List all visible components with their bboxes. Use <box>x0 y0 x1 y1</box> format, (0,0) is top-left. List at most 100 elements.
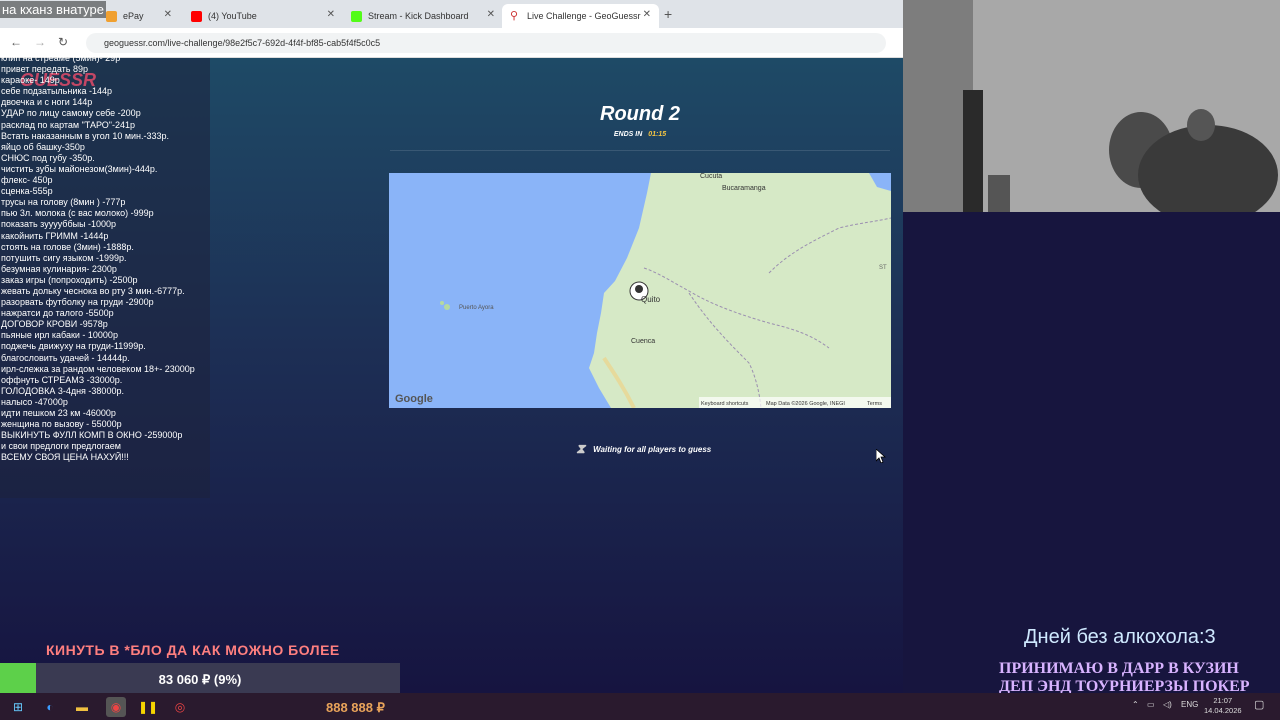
windows-start-icon[interactable]: ⊞ <box>8 697 28 717</box>
obs-icon[interactable]: ◎ <box>170 697 190 717</box>
waiting-text: Waiting for all players to guess <box>593 444 712 454</box>
youtube-icon <box>191 10 202 22</box>
close-icon[interactable]: ✕ <box>327 9 335 20</box>
clock-date: 14.04.2026 <box>1204 706 1242 715</box>
map-label-cucuta: Cucuta <box>700 173 722 180</box>
donation-item: поджечь движуху на груди-11999р. <box>1 341 146 352</box>
tab-strip: ePay ✕ (4) YouTube ✕ Stream - Kick Dashb… <box>0 0 903 28</box>
file-explorer-icon[interactable]: ▬ <box>72 697 92 717</box>
ends-in-label: ENDS IN <box>613 131 643 138</box>
donation-item: сценка-555р <box>1 186 53 197</box>
map-label-puerto-ayora: Puerto Ayora <box>459 305 494 311</box>
donation-item: двоечка и с ноги 144р <box>1 97 93 108</box>
donation-item: безумная кулинария- 2300р <box>1 263 117 274</box>
mouse-cursor-icon <box>875 448 887 468</box>
donation-item: яйцо об башку-350р <box>1 141 85 152</box>
chrome-icon[interactable]: ◉ <box>106 697 126 717</box>
donation-item: ирл-слежка за рандом человеком 18+- 2300… <box>1 363 195 374</box>
donation-item: флекс- 450р <box>1 175 53 186</box>
tab-geoguessr[interactable]: ⚲ Live Challenge - GeoGuessr ✕ <box>502 4 659 28</box>
terms-link[interactable]: Terms <box>867 401 882 407</box>
clock-time: 21:07 <box>1213 696 1233 705</box>
close-icon[interactable]: ✕ <box>487 9 495 20</box>
forward-icon[interactable]: → <box>34 35 46 49</box>
donation-item: налысо -47000р <box>1 396 68 407</box>
tab-label: Stream - Kick Dashboard <box>368 11 469 21</box>
kick-icon <box>351 10 362 22</box>
donation-ticker: КИНУТЬ В *БЛО ДА КАК МОЖНО БОЛЕЕ <box>46 642 340 658</box>
webcam-image <box>903 0 1280 212</box>
donation-item: себе подзатыльника -144р <box>1 86 113 97</box>
donation-item: разорвать футболку на груди -2900р <box>1 297 154 308</box>
donation-item: стоять на голове (3мин) -1888р. <box>1 241 134 252</box>
sober-days-counter: Дней без алкохола:3 <box>1024 626 1216 648</box>
donation-item: заказ игры (попроходить) -2500р <box>1 274 138 285</box>
donation-item: расклад по картам "ТАРО"-241р <box>1 119 136 130</box>
close-icon[interactable]: ✕ <box>643 9 651 20</box>
donation-item: клип на стреаме (5мин)- 29р <box>1 53 121 63</box>
tab-youtube[interactable]: (4) YouTube ✕ <box>183 4 343 28</box>
donation-item: какойнить ГРИММ -1444р <box>1 230 109 241</box>
network-icon[interactable]: ▭ <box>1147 700 1155 709</box>
donation-goal-bar: 83 060 ₽ (9%) <box>0 663 400 697</box>
ends-in-time: 01:15 <box>648 131 667 138</box>
donation-item: СНЮС под губу -350р. <box>1 152 95 163</box>
new-tab-button[interactable]: + <box>664 6 672 22</box>
divider <box>390 150 890 151</box>
donation-item: чистить зубы майонезом(3мин)-444р. <box>1 163 158 174</box>
stream-title: на кханз внатуре <box>0 1 106 18</box>
donation-item: благословить удачей - 14444р. <box>1 352 130 363</box>
donation-item: пьяные ирл кабаки - 10000р <box>1 330 118 341</box>
reload-icon[interactable]: ↻ <box>58 35 68 49</box>
round-timer: ENDS IN 01:15 <box>390 131 890 138</box>
map-data-attribution: Map Data ©2026 Google, INEGI <box>766 400 845 407</box>
hourglass-icon: ⧗ <box>576 441 586 456</box>
tab-label: Live Challenge - GeoGuessr <box>527 11 641 21</box>
guess-map[interactable]: Cucuta Bucaramanga Quito Cuenca Puerto A… <box>389 173 891 408</box>
map-label-st: ST <box>879 265 887 271</box>
galapagos-island <box>440 301 444 305</box>
map-label-quito: Quito <box>641 295 661 304</box>
donation-item: оффнуть СТРЕАМЗ -33000р. <box>1 374 123 385</box>
donation-item: и свои предлоги предлогаем <box>1 441 121 452</box>
keyboard-shortcuts-link[interactable]: Keyboard shortcuts <box>701 401 749 407</box>
close-icon[interactable]: ✕ <box>164 9 172 20</box>
edge-icon[interactable]: ◐ <box>40 697 60 717</box>
url-field[interactable]: geoguessr.com/live-challenge/98e2f5c7-69… <box>86 33 886 53</box>
notification-icon[interactable]: ▢ <box>1254 698 1264 711</box>
donation-item: привет передать 89р <box>1 64 88 75</box>
donation-price-list: клип на стреаме (5мин)- 29р привет переда… <box>1 53 213 463</box>
volume-icon[interactable]: ◁) <box>1163 700 1172 709</box>
currency-counter: 888 888 ₽ <box>326 700 385 715</box>
player-avatar-icon <box>635 285 643 293</box>
bars-app-icon[interactable]: ❚❚ <box>138 697 158 717</box>
browser-chrome: ePay ✕ (4) YouTube ✕ Stream - Kick Dashb… <box>0 0 903 58</box>
language-indicator[interactable]: ENG <box>1181 700 1198 709</box>
google-logo: Google <box>395 393 433 405</box>
donation-item: ДОГОВОР КРОВИ -9578р <box>1 319 108 330</box>
location-pin-icon: ⚲ <box>510 9 519 22</box>
tab-label: ePay <box>123 11 144 21</box>
waiting-status: ⧗ Waiting for all players to guess <box>566 438 721 460</box>
promo-line: ПРИНИМАЮ В ДАРР В КУЗИН <box>999 660 1239 677</box>
map-canvas[interactable]: Cucuta Bucaramanga Quito Cuenca Puerto A… <box>389 173 891 408</box>
donation-item: караоке- 149р <box>1 75 60 86</box>
webcam-feed <box>903 0 1280 212</box>
map-label-bucaramanga: Bucaramanga <box>722 185 766 192</box>
tab-kick-dashboard[interactable]: Stream - Kick Dashboard ✕ <box>343 4 503 28</box>
back-icon[interactable]: ← <box>10 35 22 49</box>
tray-chevron-icon[interactable]: ⌃ <box>1132 700 1139 709</box>
donation-item: показать зууууббыы -1000р <box>1 219 117 230</box>
donation-item: нажратси до талого -5500р <box>1 308 114 319</box>
donation-item: трусы на голову (8мин ) -777р <box>1 197 126 208</box>
right-panel-background <box>903 212 1280 693</box>
goal-text: 83 060 ₽ (9%) <box>158 672 242 687</box>
system-clock[interactable]: 21:07 14.04.2026 <box>1204 696 1242 716</box>
donation-item: УДАР по лицу самому себе -200р <box>1 108 141 119</box>
donation-item: пью 3л. молока (с вас молоко) -999р <box>1 208 154 219</box>
donation-item: потушить сигу языком -1999р. <box>1 252 127 263</box>
round-title: Round 2 <box>600 103 680 125</box>
map-label-cuenca: Cuenca <box>631 338 655 345</box>
donation-item: ВЫКИНУТЬ ФУЛЛ КОМП В ОКНО -259000р <box>1 430 183 441</box>
pay-icon <box>106 10 117 22</box>
